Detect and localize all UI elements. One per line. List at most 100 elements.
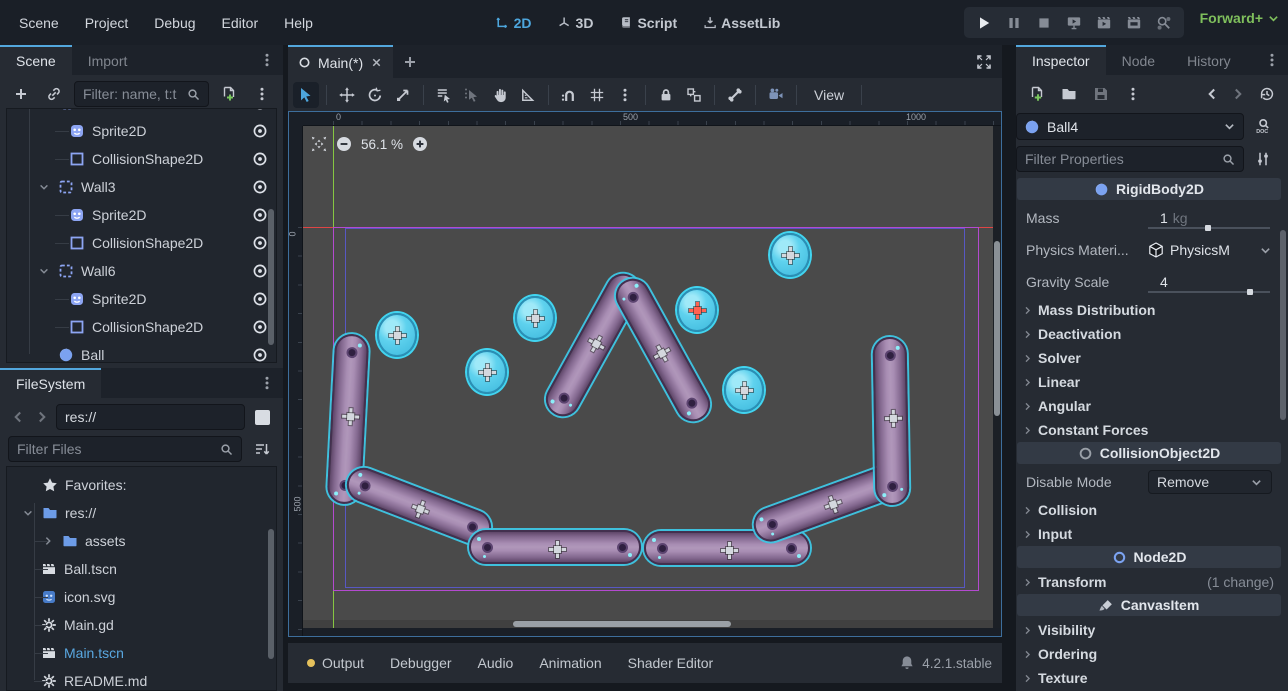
tab-history[interactable]: History xyxy=(1171,45,1247,75)
visibility-eye-icon[interactable] xyxy=(252,263,268,279)
remote-debug-icon[interactable] xyxy=(1060,10,1088,36)
dropdown-disable-mode[interactable]: Remove xyxy=(1148,470,1272,494)
play-icon[interactable] xyxy=(970,10,998,36)
file-tree-row[interactable]: Favorites: xyxy=(7,471,276,499)
file-tree-row[interactable]: README.md xyxy=(7,667,276,691)
property-group-input[interactable]: Input xyxy=(1016,522,1282,546)
tab-main-scene[interactable]: Main(*) xyxy=(288,45,393,78)
pan-tool-icon[interactable] xyxy=(487,82,513,108)
scene-tree-row[interactable]: Wall3 xyxy=(7,173,276,201)
scene-tree-row[interactable]: Wall6 xyxy=(7,257,276,285)
scene-tree-row[interactable]: CollisionShape2D xyxy=(7,229,276,257)
file-filter-input[interactable]: Filter Files xyxy=(8,436,242,462)
edit-forward-button[interactable] xyxy=(1228,81,1248,107)
property-value[interactable]: 1kg xyxy=(1148,202,1272,234)
scene-filter-input[interactable]: Filter: name, t:t xyxy=(74,81,209,107)
tab-inspector[interactable]: Inspector xyxy=(1016,45,1106,75)
expand-viewport-icon[interactable] xyxy=(966,45,1002,78)
visibility-eye-icon[interactable] xyxy=(252,291,268,307)
instance-scene-button[interactable] xyxy=(41,81,67,107)
attach-script-button[interactable] xyxy=(216,81,242,107)
visibility-eye-icon[interactable] xyxy=(252,347,268,363)
editor-screen-3d[interactable]: 3D xyxy=(549,10,603,36)
bell-icon[interactable] xyxy=(899,655,915,671)
wall-capsule[interactable] xyxy=(469,530,641,564)
chevron-down-icon[interactable] xyxy=(37,265,51,277)
property-group-constant-forces[interactable]: Constant Forces xyxy=(1016,418,1282,442)
scene-tree-row[interactable]: Sprite2D xyxy=(7,117,276,145)
visibility-eye-icon[interactable] xyxy=(252,235,268,251)
scene-tree-row[interactable]: Wall5 xyxy=(7,108,276,117)
select-pivot-icon[interactable] xyxy=(459,82,485,108)
visibility-eye-icon[interactable] xyxy=(252,179,268,195)
bottom-panel-output[interactable]: Output xyxy=(294,643,377,683)
chevron-down-icon[interactable] xyxy=(21,507,35,519)
dock-menu-icon[interactable] xyxy=(1256,45,1288,75)
lock-icon[interactable] xyxy=(653,82,679,108)
new-resource-button[interactable] xyxy=(1024,81,1050,107)
file-tree-row[interactable]: res:// xyxy=(7,499,276,527)
open-docs-icon[interactable]: DOC xyxy=(1250,113,1276,139)
select-tool-icon[interactable] xyxy=(293,82,319,108)
run-movie-icon[interactable] xyxy=(1090,10,1118,36)
new-scene-tab-button[interactable] xyxy=(393,45,427,78)
editor-screen-2d[interactable]: 2D xyxy=(487,10,541,36)
menu-editor[interactable]: Editor xyxy=(209,9,272,37)
rotate-tool-icon[interactable] xyxy=(362,82,388,108)
canvas-hscroll[interactable] xyxy=(303,620,993,628)
property-group-angular[interactable]: Angular xyxy=(1016,394,1282,418)
filter-properties-input[interactable]: Filter Properties xyxy=(1016,146,1244,172)
file-tree-row[interactable]: icon.svg xyxy=(7,583,276,611)
menu-debug[interactable]: Debug xyxy=(141,9,208,37)
sort-files-button[interactable] xyxy=(249,436,275,462)
renderer-select[interactable]: Forward+ xyxy=(1200,10,1280,26)
camera-override-icon[interactable] xyxy=(763,82,789,108)
inspector-scrollbar[interactable] xyxy=(1280,230,1286,420)
history-back-button[interactable] xyxy=(8,404,28,430)
chevron-down-icon[interactable] xyxy=(37,181,51,193)
file-tree-scrollbar[interactable] xyxy=(268,529,274,659)
selected-node-gizmo[interactable] xyxy=(689,302,706,319)
property-group-mass-distribution[interactable]: Mass Distribution xyxy=(1016,298,1282,322)
canvas-vscroll[interactable] xyxy=(993,126,1001,628)
close-icon[interactable] xyxy=(370,56,383,69)
menu-project[interactable]: Project xyxy=(72,9,142,37)
tab-scene[interactable]: Scene xyxy=(0,45,72,75)
file-tree-row[interactable]: Ball.tscn xyxy=(7,555,276,583)
smart-snap-icon[interactable] xyxy=(556,82,582,108)
scene-tree-row[interactable]: Sprite2D xyxy=(7,285,276,313)
list-select-icon[interactable] xyxy=(431,82,457,108)
editor-screen-assetlib[interactable]: AssetLib xyxy=(694,10,789,36)
tab-node[interactable]: Node xyxy=(1106,45,1171,75)
wall-capsule[interactable] xyxy=(873,337,910,506)
resource-menu-button[interactable] xyxy=(1120,81,1146,107)
property-group-collision[interactable]: Collision xyxy=(1016,498,1282,522)
property-group-visibility[interactable]: Visibility xyxy=(1016,618,1282,642)
save-resource-button[interactable] xyxy=(1088,81,1114,107)
dock-menu-icon[interactable] xyxy=(251,368,283,398)
visibility-eye-icon[interactable] xyxy=(252,207,268,223)
scene-tree-row[interactable]: CollisionShape2D xyxy=(7,145,276,173)
dock-menu-icon[interactable] xyxy=(251,45,283,75)
version-label[interactable]: 4.2.1.stable xyxy=(922,656,992,671)
tab-filesystem[interactable]: FileSystem xyxy=(0,368,101,398)
visibility-eye-icon[interactable] xyxy=(252,151,268,167)
menu-help[interactable]: Help xyxy=(271,9,326,37)
bottom-panel-debugger[interactable]: Debugger xyxy=(377,643,465,683)
scene-tree-menu-button[interactable] xyxy=(249,81,275,107)
history-forward-button[interactable] xyxy=(32,404,52,430)
property-group-texture[interactable]: Texture xyxy=(1016,666,1282,690)
property-tools-icon[interactable] xyxy=(1250,146,1276,172)
visibility-eye-icon[interactable] xyxy=(252,108,268,111)
edit-back-button[interactable] xyxy=(1202,81,1222,107)
snap-options-icon[interactable] xyxy=(612,82,638,108)
profiler-icon[interactable] xyxy=(1150,10,1178,36)
add-node-button[interactable] xyxy=(8,81,34,107)
property-group-deactivation[interactable]: Deactivation xyxy=(1016,322,1282,346)
canvas-area[interactable]: 56.1 % xyxy=(303,126,993,628)
file-tree-row[interactable]: Main.gd xyxy=(7,611,276,639)
skeleton-icon[interactable] xyxy=(722,82,748,108)
pause-icon[interactable] xyxy=(1000,10,1028,36)
zoom-out-icon[interactable] xyxy=(336,136,352,152)
scene-tree-row[interactable]: Ball xyxy=(7,341,276,363)
